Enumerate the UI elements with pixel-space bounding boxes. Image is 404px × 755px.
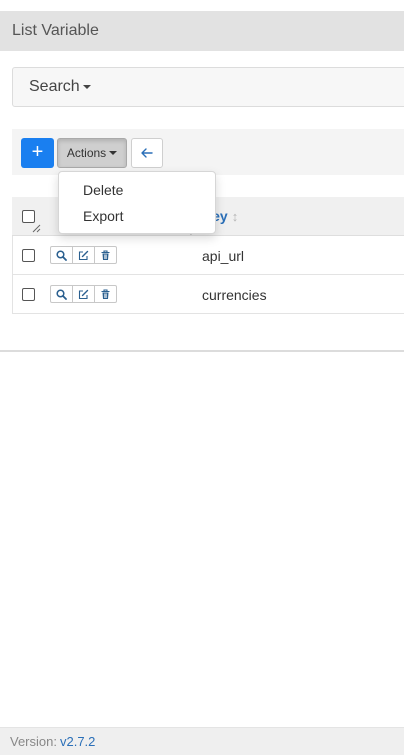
delete-button[interactable] <box>94 285 117 303</box>
edit-icon <box>78 250 89 260</box>
row-key-cell: currencies <box>202 287 267 303</box>
title-bar: List Variable <box>0 11 404 51</box>
edit-icon <box>78 289 89 299</box>
search-panel: Search <box>12 67 404 107</box>
search-toggle[interactable]: Search <box>29 78 91 96</box>
add-button[interactable]: + <box>21 138 54 168</box>
table-row: currencies <box>12 275 404 314</box>
caret-down-icon <box>109 151 118 155</box>
actions-button-label: Actions <box>66 146 107 160</box>
trash-icon <box>101 288 110 299</box>
row-action-group <box>50 246 117 264</box>
trash-icon <box>101 249 110 260</box>
actions-button[interactable]: Actions <box>57 138 127 168</box>
caret-down-icon <box>82 85 91 89</box>
row-checkbox[interactable] <box>22 249 35 262</box>
table-row: api_url <box>12 236 404 275</box>
row-action-group <box>50 285 117 303</box>
footer: Version: v2.7.2 <box>0 727 404 755</box>
view-button[interactable] <box>50 285 73 303</box>
version-number: v2.7.2 <box>59 734 96 749</box>
top-strip <box>0 0 404 11</box>
back-button[interactable] <box>131 138 163 168</box>
edit-button[interactable] <box>72 246 95 264</box>
content-divider <box>0 350 404 352</box>
search-toggle-label: Search <box>29 78 80 95</box>
menu-item-delete[interactable]: Delete <box>83 182 123 198</box>
view-button[interactable] <box>50 246 73 264</box>
table-border <box>12 236 13 314</box>
edit-button[interactable] <box>72 285 95 303</box>
plus-icon: + <box>31 141 44 163</box>
version-label: Version: <box>10 734 57 749</box>
row-checkbox[interactable] <box>22 288 35 301</box>
search-icon <box>56 288 67 300</box>
row-key-cell: api_url <box>202 248 245 264</box>
page-title: List Variable <box>12 22 99 39</box>
delete-button[interactable] <box>94 246 117 264</box>
actions-dropdown-menu: Delete Export <box>58 171 216 234</box>
resize-grip-icon <box>32 224 41 233</box>
menu-item-export[interactable]: Export <box>83 208 123 224</box>
sort-icon: ↕ <box>231 208 239 224</box>
search-icon <box>56 249 67 261</box>
arrow-left-icon <box>141 148 153 158</box>
select-all-checkbox[interactable] <box>22 210 35 223</box>
